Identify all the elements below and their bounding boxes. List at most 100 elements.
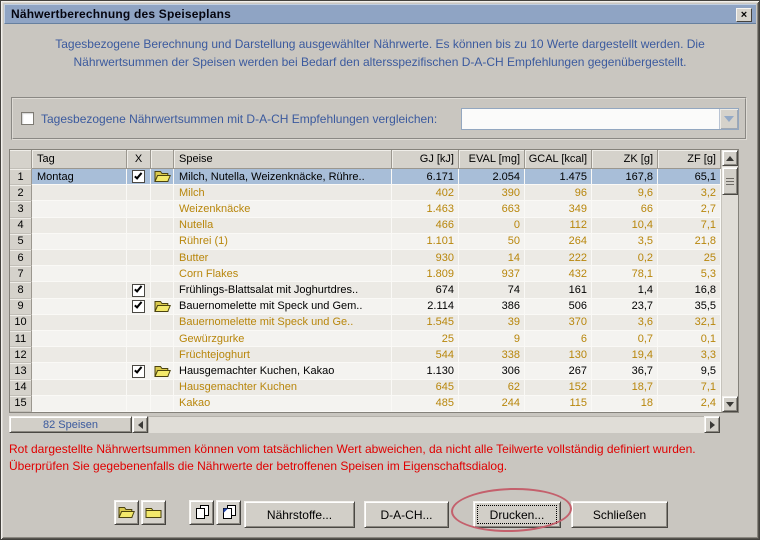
copy-button[interactable] [189,500,214,525]
schliessen-button[interactable]: Schließen [571,501,668,528]
value-cell: 25 [392,331,459,347]
row-checkbox[interactable] [132,300,145,313]
compare-dach-checkbox[interactable] [21,112,34,125]
open-folder-icon [118,506,135,519]
value-cell: 14 [459,250,525,266]
open-folder-icon [154,365,171,378]
row-number: 5 [10,234,32,250]
row-number: 14 [10,380,32,396]
table-row[interactable]: 10Bauernomelette mit Speck und Ge..1.545… [10,315,721,331]
table-row[interactable]: 11Gewürzgurke25960,70,1 [10,331,721,347]
value-cell: 338 [459,347,525,363]
value-cell: 1.101 [392,234,459,250]
table-row[interactable]: 2Milch402390969,63,2 [10,185,721,201]
checkbox-cell [127,331,151,347]
drucken-button[interactable]: Drucken... [473,501,561,528]
table-row[interactable]: 4Nutella466011210,47,1 [10,218,721,234]
value-cell: 1.475 [525,169,592,185]
table-header-row: Tag X Speise GJ [kJ] EVAL [mg] GCAL [kca… [10,150,721,169]
value-cell: 36,7 [592,363,658,379]
dach-button[interactable]: D-A-CH... [364,501,449,528]
vertical-scrollbar-track[interactable] [722,195,738,396]
naehrstoffe-button[interactable]: Nährstoffe... [244,501,355,528]
folder-cell [151,185,174,201]
combobox-dropdown-button[interactable] [719,109,738,129]
combobox-value [462,109,719,129]
vertical-scrollbar-thumb[interactable] [722,167,738,195]
copy-special-button[interactable] [216,500,241,525]
day-cell [32,234,127,250]
horizontal-scrollbar-track[interactable] [148,416,704,433]
value-cell: 167,8 [592,169,658,185]
scroll-left-button[interactable] [132,416,148,433]
row-checkbox[interactable] [132,365,145,378]
warning-line: Überprüfen Sie gegebenenfalls die Nährwe… [9,458,755,475]
value-cell: 1.463 [392,201,459,217]
chevron-down-icon [724,116,734,122]
table-row[interactable]: 8Frühlings-Blattsalat mit Joghurtdres..6… [10,282,721,298]
value-cell: 3,3 [658,347,721,363]
table-row[interactable]: 14Hausgemachter Kuchen6456215218,77,1 [10,380,721,396]
triangle-left-icon [138,421,143,429]
horizontal-scrollbar[interactable]: 82 Speisen [9,416,720,433]
speise-cell: Butter [174,250,392,266]
warning-text: Rot dargestellte Nährwertsummen können v… [9,441,755,475]
table-row[interactable]: 15Kakao485244115182,4 [10,396,721,412]
table-row[interactable]: 5Rührei (1)1.101502643,521,8 [10,234,721,250]
dialog-naehrwertberechnung: Nähwertberechnung des Speiseplans × Tage… [0,0,760,540]
table-row[interactable]: 9 Bauernomelette mit Speck und Gem..2.11… [10,299,721,315]
value-cell: 2.054 [459,169,525,185]
close-button[interactable]: × [736,8,752,22]
scroll-up-button[interactable] [722,150,738,166]
table-row[interactable]: 1Montag Milch, Nutella, Weizenknäcke, Rü… [10,169,721,185]
close-icon: × [741,10,747,20]
folder-cell [151,250,174,266]
dach-reference-combobox[interactable] [461,108,739,130]
value-cell: 115 [525,396,592,412]
checkbox-cell [127,185,151,201]
value-cell: 386 [459,299,525,315]
row-checkbox[interactable] [132,284,145,297]
value-cell: 0,7 [592,331,658,347]
triangle-right-icon [710,421,715,429]
speise-cell: Corn Flakes [174,266,392,282]
closed-folder-button[interactable] [141,500,166,525]
value-cell: 3,6 [592,315,658,331]
speise-cell: Nutella [174,218,392,234]
day-cell [32,185,127,201]
value-cell: 78,1 [592,266,658,282]
folder-cell [151,234,174,250]
value-cell: 663 [459,201,525,217]
header-x: X [127,150,151,169]
table-row[interactable]: 12Früchtejoghurt54433813019,43,3 [10,347,721,363]
day-cell [32,250,127,266]
intro-line: Nährwertsummen der Speisen werden bei Be… [29,53,731,71]
scroll-down-button[interactable] [722,396,738,412]
table-row[interactable]: 13 Hausgemachter Kuchen, Kakao1.13030626… [10,363,721,379]
scroll-right-button[interactable] [704,416,720,433]
speise-cell: Gewürzgurke [174,331,392,347]
open-folder-button[interactable] [114,500,139,525]
header-speise: Speise [174,150,392,169]
intro-line: Tagesbezogene Berechnung und Darstellung… [29,35,731,53]
speise-cell: Weizenknäcke [174,201,392,217]
triangle-down-icon [726,402,734,407]
table-row[interactable]: 3Weizenknäcke1.463663349662,7 [10,201,721,217]
value-cell: 1.130 [392,363,459,379]
value-cell: 130 [525,347,592,363]
table-body: 1Montag Milch, Nutella, Weizenknäcke, Rü… [10,169,721,412]
table-row[interactable]: 6Butter930142220,225 [10,250,721,266]
vertical-scrollbar[interactable] [721,150,738,412]
value-cell: 222 [525,250,592,266]
table-row[interactable]: 7Corn Flakes1.80993743278,15,3 [10,266,721,282]
row-number: 4 [10,218,32,234]
value-cell: 370 [525,315,592,331]
value-cell: 390 [459,185,525,201]
value-cell: 112 [525,218,592,234]
title-bar[interactable]: Nähwertberechnung des Speiseplans × [4,4,756,24]
row-checkbox[interactable] [132,170,145,183]
day-cell [32,363,127,379]
folder-cell [151,218,174,234]
speise-cell: Bauernomelette mit Speck und Ge.. [174,315,392,331]
speise-cell: Milch [174,185,392,201]
